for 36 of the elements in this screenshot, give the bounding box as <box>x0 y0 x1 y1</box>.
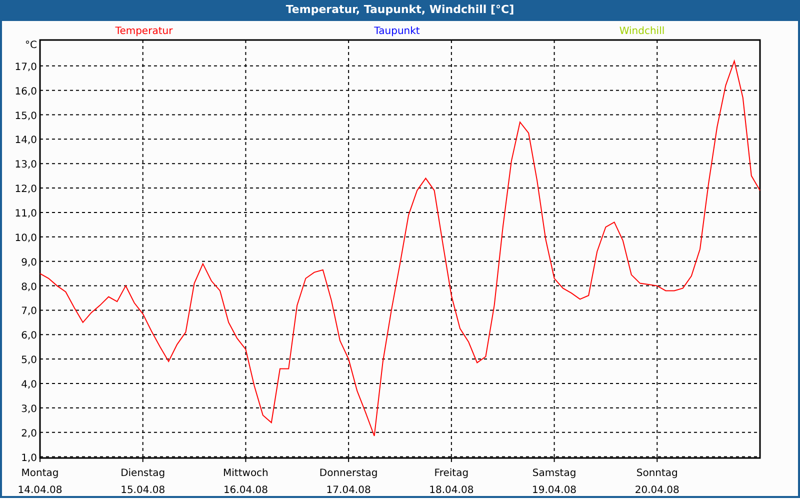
tick-label: Freitag <box>434 468 469 479</box>
legend-label: Windchill <box>619 26 665 37</box>
tick-label: 6,0 <box>21 330 37 342</box>
tick-label: 12,0 <box>14 184 37 196</box>
tick-label: 2,0 <box>21 428 37 440</box>
tick-label: 3,0 <box>21 404 37 415</box>
tick-label: 1,0 <box>21 452 37 464</box>
tick-label: 11,0 <box>14 208 37 220</box>
date-label: 14.04.08 <box>18 485 62 496</box>
window-title: Temperatur, Taupunkt, Windchill [°C] <box>2 0 798 21</box>
tick-label: 17,0 <box>14 62 37 73</box>
tick-label: Montag <box>21 468 59 479</box>
legend-label: Temperatur <box>115 26 173 37</box>
axis-label: °C <box>25 40 37 51</box>
tick-label: 7,0 <box>21 306 37 318</box>
tick-label: 5,0 <box>21 355 37 366</box>
tick-label: 8,0 <box>21 282 37 293</box>
date-label: 18.04.08 <box>429 485 474 496</box>
tick-label: Donnerstag <box>319 468 378 479</box>
tick-label: 4,0 <box>21 380 37 390</box>
date-label: 17.04.08 <box>326 485 371 496</box>
tick-label: Dienstag <box>120 468 166 479</box>
date-label: 16.04.08 <box>223 485 268 496</box>
tick-label: Sonntag <box>636 468 678 479</box>
tick-label: 14,0 <box>14 135 37 146</box>
tick-label: 16,0 <box>14 86 37 98</box>
date-label: 15.04.08 <box>120 485 166 496</box>
tick-label: Mittwoch <box>223 468 268 479</box>
tick-label: 9,0 <box>21 257 37 268</box>
legend-label: Taupunkt <box>374 26 420 37</box>
date-label: 20.04.08 <box>634 485 680 496</box>
tick-label: Samstag <box>532 468 576 479</box>
tick-label: 10,0 <box>14 232 37 244</box>
tick-label: 15,0 <box>14 110 37 122</box>
date-label: 19.04.08 <box>532 485 577 496</box>
tick-label: 13,0 <box>14 160 37 171</box>
